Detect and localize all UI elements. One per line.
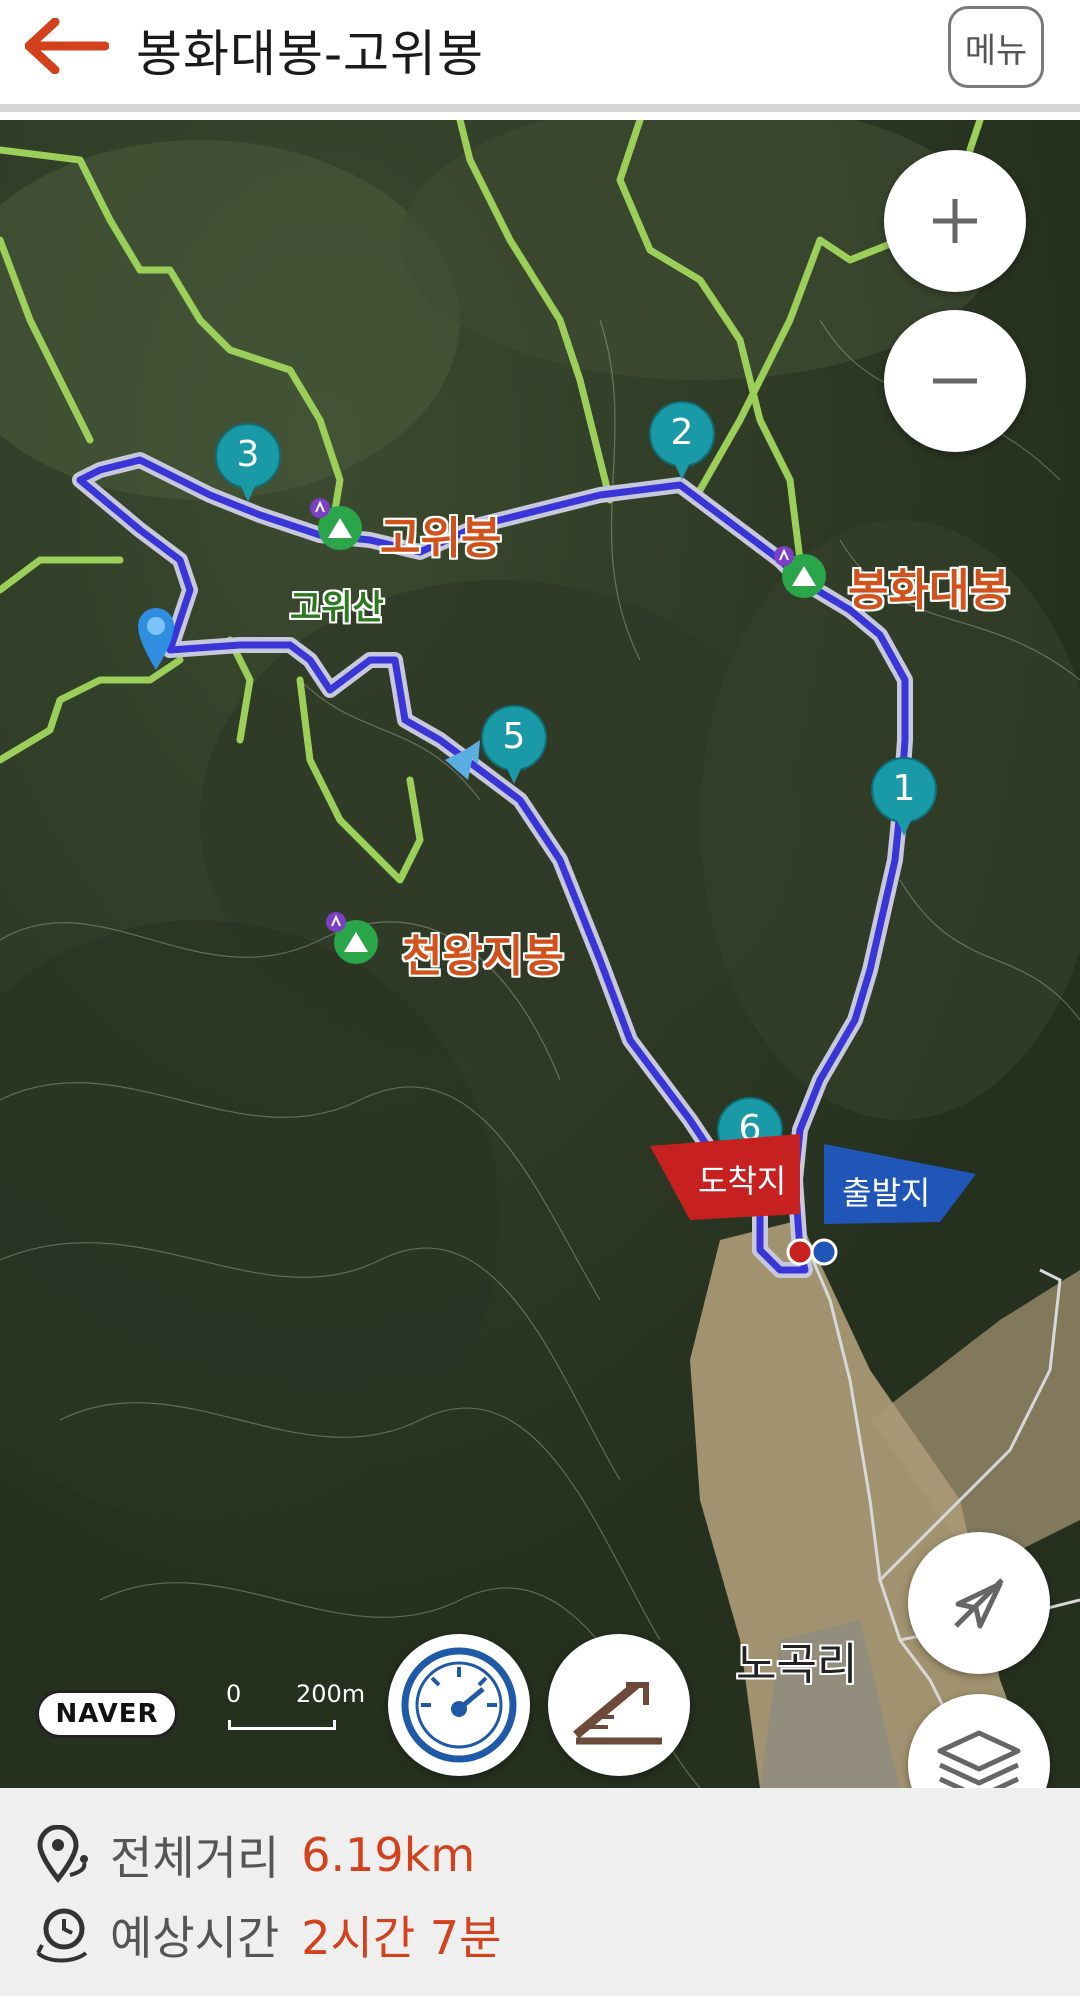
page-title: 봉화대봉-고위봉 [136, 25, 485, 83]
start-flag[interactable]: 출발지 [820, 1144, 980, 1228]
start-flag-label: 출발지 [842, 1174, 931, 1212]
distance-label: 전체거리 [110, 1831, 280, 1885]
peak-marker-icon[interactable] [324, 910, 384, 966]
waypoint-number: 1 [892, 768, 916, 809]
time-value: 2시간 7분 [301, 1911, 502, 1965]
waypoint-marker[interactable]: 3 [214, 422, 282, 506]
distance-pin-icon [37, 1825, 88, 1883]
slope-icon [573, 1681, 662, 1745]
peak-label-cheonwangjibong: 천왕지봉 [402, 931, 564, 982]
peak-label-gowisan: 고위산 [290, 588, 384, 628]
minus-icon [933, 378, 977, 384]
peak-label-gowibong: 고위봉 [380, 513, 502, 564]
distance-row: 전체거리 6.19km [34, 1820, 475, 1890]
back-arrow-icon [25, 18, 109, 74]
layers-icon [937, 1730, 1021, 1788]
peak-marker-icon[interactable] [308, 496, 368, 552]
map-scale-bar: 0 200m [224, 1680, 366, 1740]
start-end-pin-icon [786, 1238, 838, 1266]
waypoint-number: 3 [236, 434, 260, 475]
village-label: 노곡리 [736, 1639, 858, 1690]
scale-bar [228, 1720, 336, 1730]
speedometer-button[interactable] [388, 1634, 530, 1776]
end-flag-label: 도착지 [698, 1162, 787, 1200]
time-label: 예상시간 [110, 1911, 280, 1965]
waypoint-number: 5 [502, 716, 526, 757]
app-header: 봉화대봉-고위봉 메뉴 [0, 0, 1080, 112]
plus-icon [933, 199, 977, 243]
scale-max-label: 200m [296, 1680, 366, 1708]
clock-icon [36, 1908, 88, 1963]
peak-marker-icon[interactable] [772, 544, 832, 600]
waypoint-marker[interactable]: 2 [648, 400, 716, 484]
waypoint-number: 2 [670, 412, 694, 453]
naver-logo: NAVER [36, 1690, 178, 1738]
navigation-off-icon [954, 1578, 1004, 1629]
distance-value: 6.19km [301, 1828, 476, 1882]
waypoint-marker[interactable]: 1 [870, 756, 938, 840]
peak-label-bonghwadaebong: 봉화대봉 [848, 565, 1010, 616]
waypoint-marker[interactable]: 5 [480, 704, 548, 788]
zoom-in-button[interactable] [884, 150, 1026, 292]
location-pin-icon[interactable] [134, 604, 178, 672]
back-button[interactable] [22, 14, 112, 78]
route-summary-panel: 전체거리 6.19km 예상시간 2시간 7분 [0, 1788, 1080, 1996]
scale-min-label: 0 [226, 1680, 242, 1708]
end-flag[interactable]: 도착지 [650, 1134, 810, 1224]
time-row: 예상시간 2시간 7분 [34, 1900, 501, 1970]
slope-button[interactable] [548, 1634, 690, 1776]
zoom-out-button[interactable] [884, 310, 1026, 452]
menu-button[interactable]: 메뉴 [948, 6, 1044, 88]
location-tracking-button[interactable] [908, 1532, 1050, 1674]
map-view[interactable]: 3 2 5 1 6 도착지 출발지 고위봉 고위산 봉화대봉 천왕지봉 노곡리 [0, 120, 1080, 1788]
speedometer-icon [401, 1647, 517, 1763]
